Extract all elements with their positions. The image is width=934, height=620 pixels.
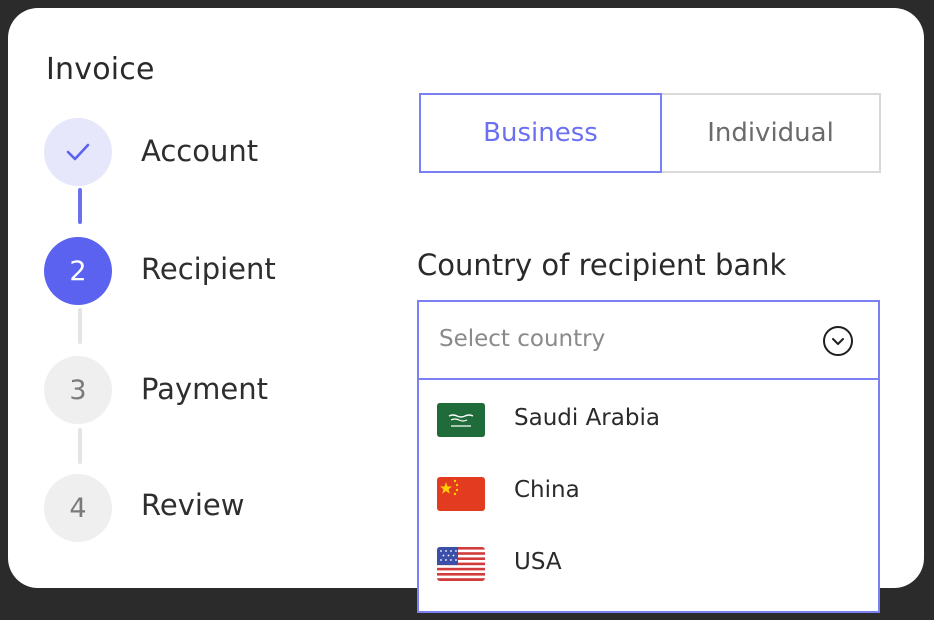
step-connector-complete	[78, 188, 82, 224]
step-account-indicator[interactable]	[44, 118, 112, 186]
country-dropdown: Select country Saudi Arabia China USA	[417, 300, 880, 613]
country-option-saudi-arabia[interactable]: Saudi Arabia	[419, 384, 878, 454]
step-review-label: Review	[141, 488, 245, 522]
checkmark-icon	[66, 143, 90, 161]
china-flag-icon	[437, 477, 485, 511]
saudi-arabia-flag-icon	[437, 403, 485, 437]
individual-toggle-button[interactable]: Individual	[660, 93, 881, 173]
page-title: Invoice	[46, 52, 155, 87]
step-connector	[78, 308, 82, 344]
country-option-china[interactable]: China	[419, 456, 878, 526]
step-payment-indicator[interactable]: 3	[44, 356, 112, 424]
country-select[interactable]: Select country	[419, 302, 878, 380]
country-option-label: USA	[514, 549, 562, 575]
country-option-label: Saudi Arabia	[514, 405, 660, 431]
usa-flag-icon	[437, 547, 485, 581]
step-review-indicator[interactable]: 4	[44, 474, 112, 542]
chevron-down-circle-icon[interactable]	[822, 325, 854, 357]
step-payment-label: Payment	[141, 372, 268, 406]
step-recipient-indicator[interactable]: 2	[44, 237, 112, 305]
country-select-placeholder: Select country	[439, 326, 606, 352]
country-option-usa[interactable]: USA	[419, 528, 878, 598]
country-field-label: Country of recipient bank	[417, 248, 787, 282]
country-option-label: China	[514, 477, 580, 503]
step-recipient-label: Recipient	[141, 252, 276, 286]
step-account-label: Account	[141, 134, 259, 168]
business-toggle-button[interactable]: Business	[419, 93, 662, 173]
step-connector	[78, 428, 82, 464]
